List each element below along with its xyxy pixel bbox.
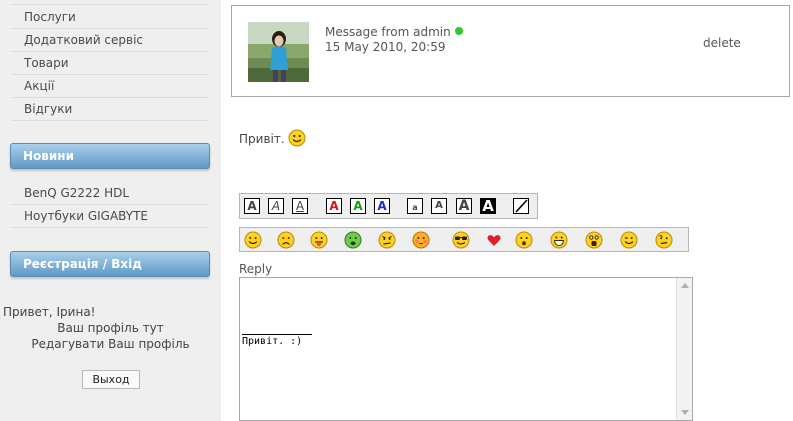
red-glyph: A bbox=[329, 199, 339, 213]
green-text-icon[interactable]: A bbox=[350, 198, 366, 214]
huge-text-icon[interactable]: A bbox=[480, 198, 496, 214]
grin-icon[interactable] bbox=[550, 231, 568, 249]
huge-glyph: A bbox=[482, 197, 494, 215]
sidebar-item-services[interactable]: Послуги bbox=[12, 6, 208, 29]
italic-glyph: A bbox=[271, 199, 281, 213]
news-heading-label: Новини bbox=[23, 149, 74, 163]
italic-icon[interactable]: A bbox=[268, 198, 284, 214]
blush-icon[interactable] bbox=[412, 231, 430, 249]
format-toolbar: A A A A A A a A A A bbox=[239, 193, 538, 219]
account-heading-label: Реєстрація / Вхід bbox=[23, 257, 142, 271]
confused-icon[interactable] bbox=[655, 231, 673, 249]
angry-icon[interactable] bbox=[378, 231, 396, 249]
sick-icon[interactable] bbox=[344, 231, 362, 249]
tongue-icon[interactable] bbox=[310, 231, 328, 249]
message-card: Message from admin 15 May 2010, 20:59 de… bbox=[231, 5, 790, 97]
scroll-down-icon[interactable] bbox=[681, 410, 689, 415]
news-item-gigabyte[interactable]: Ноутбуки GIGABYTE bbox=[12, 205, 208, 228]
bold-glyph: A bbox=[247, 199, 257, 213]
reply-content: Привіт. :) bbox=[242, 336, 303, 347]
sidebar-item-promotions[interactable]: Акції bbox=[12, 75, 208, 98]
cool-icon[interactable] bbox=[452, 231, 470, 249]
wink-icon[interactable] bbox=[620, 231, 638, 249]
scroll-up-icon[interactable] bbox=[681, 283, 689, 288]
news-item-label: Ноутбуки GIGABYTE bbox=[24, 209, 148, 223]
small-glyph: a bbox=[412, 203, 418, 212]
quote-separator bbox=[242, 334, 312, 335]
menu-divider bbox=[12, 4, 208, 5]
sidebar-item-label: Акції bbox=[24, 79, 55, 93]
normal-text-icon[interactable]: A bbox=[431, 198, 447, 214]
small-text-icon[interactable]: a bbox=[407, 198, 423, 214]
surprised-icon[interactable] bbox=[515, 231, 533, 249]
online-status-icon bbox=[454, 27, 463, 35]
sidebar-item-products[interactable]: Товари bbox=[12, 52, 208, 75]
reply-scrollbar[interactable] bbox=[676, 278, 692, 420]
smiley-toolbar bbox=[239, 227, 689, 252]
strikethrough-icon[interactable] bbox=[513, 198, 529, 214]
sad-icon[interactable] bbox=[277, 231, 295, 249]
news-heading: Новини bbox=[10, 143, 210, 169]
smile-icon[interactable] bbox=[244, 231, 262, 249]
reply-label: Reply bbox=[239, 262, 273, 276]
shocked-icon[interactable] bbox=[585, 231, 603, 249]
user-greeting: Привет, Ірина! bbox=[3, 305, 96, 319]
reply-textarea[interactable]: Привіт. :) bbox=[239, 277, 693, 421]
sidebar: Послуги Додатковий сервіс Товари Акції В… bbox=[0, 0, 221, 421]
underline-glyph: A bbox=[295, 199, 305, 213]
avatar bbox=[248, 22, 309, 82]
heart-icon[interactable] bbox=[485, 231, 503, 249]
large-glyph: A bbox=[458, 198, 470, 214]
smile-icon bbox=[288, 129, 306, 150]
news-item-benq[interactable]: BenQ G2222 HDL bbox=[12, 182, 208, 205]
news-item-label: BenQ G2222 HDL bbox=[24, 186, 130, 200]
message-author: Message from admin bbox=[325, 25, 463, 39]
logout-button[interactable]: Выход bbox=[82, 370, 140, 389]
sidebar-item-label: Товари bbox=[24, 56, 69, 70]
underline-icon[interactable]: A bbox=[292, 198, 308, 214]
delete-link[interactable]: delete bbox=[703, 36, 741, 50]
blue-glyph: A bbox=[377, 199, 387, 213]
red-text-icon[interactable]: A bbox=[326, 198, 342, 214]
sidebar-item-label: Відгуки bbox=[24, 102, 73, 116]
profile-link[interactable]: Ваш профіль тут bbox=[0, 321, 221, 335]
normal-glyph: A bbox=[435, 200, 443, 211]
sidebar-item-extra-service[interactable]: Додатковий сервіс bbox=[12, 29, 208, 52]
bold-icon[interactable]: A bbox=[244, 198, 260, 214]
account-heading: Реєстрація / Вхід bbox=[10, 251, 210, 277]
message-body: Привіт. bbox=[239, 129, 306, 150]
large-text-icon[interactable]: A bbox=[456, 198, 472, 214]
sidebar-item-label: Послуги bbox=[24, 10, 76, 24]
message-date: 15 May 2010, 20:59 bbox=[325, 40, 446, 54]
green-glyph: A bbox=[353, 199, 363, 213]
message-author-label: Message from admin bbox=[325, 25, 451, 39]
sidebar-item-reviews[interactable]: Відгуки bbox=[12, 98, 208, 121]
blue-text-icon[interactable]: A bbox=[374, 198, 390, 214]
message-text: Привіт. bbox=[239, 132, 285, 146]
edit-profile-link[interactable]: Редагувати Ваш профіль bbox=[0, 337, 221, 351]
sidebar-item-label: Додатковий сервіс bbox=[24, 33, 144, 47]
